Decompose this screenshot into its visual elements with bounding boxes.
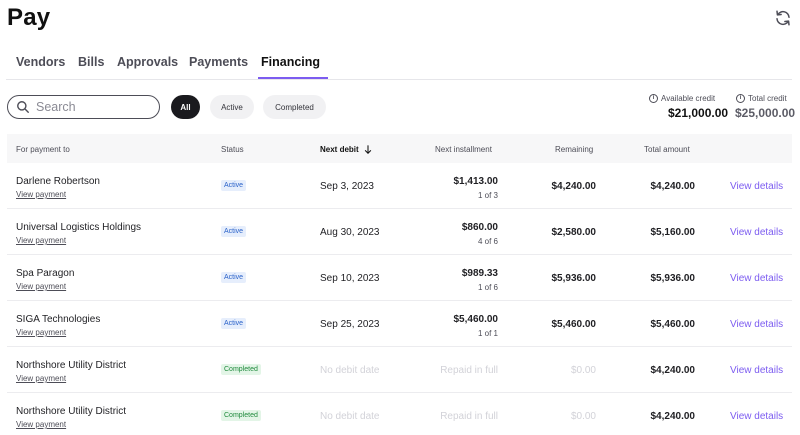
table-row: SIGA Technologies View payment Active Se… [7,301,792,347]
table-row: Darlene Robertson View payment Active Se… [7,163,792,209]
filter-completed-chip[interactable]: Completed [263,95,326,119]
view-details-link[interactable]: View details [730,273,783,284]
installment-count: 1 of 1 [477,329,498,338]
header-status: Status [221,145,244,154]
view-payment-link[interactable]: View payment [16,420,66,429]
payee-name: Spa Paragon [16,268,75,279]
status-badge: Completed [221,410,261,421]
page-title: Pay [7,4,51,31]
remaining-amount: $5,936.00 [551,273,597,284]
payee-name: SIGA Technologies [16,314,101,325]
table-row: Universal Logistics Holdings View paymen… [7,209,792,255]
status-badge: Active [221,272,247,283]
search-input[interactable] [36,100,146,114]
header-remaining: Remaining [555,145,594,154]
remaining-amount: $0.00 [570,411,596,422]
next-debit-date: No debit date [320,365,380,376]
status-badge: Active [221,318,247,329]
search-box[interactable] [7,95,160,119]
next-debit-date: Sep 25, 2023 [320,319,380,330]
remaining-amount: $5,460.00 [551,319,597,330]
header-payee: For payment to [16,145,70,154]
next-debit-date: Sep 3, 2023 [320,181,374,192]
filter-all-chip[interactable]: All [171,95,200,119]
installment-count: 4 of 6 [477,237,498,246]
table-row: Northshore Utility District View payment… [7,347,792,393]
next-debit-date: No debit date [320,411,380,422]
table-row: Northshore Utility District View payment… [7,393,792,435]
view-payment-link[interactable]: View payment [16,374,66,383]
header-total: Total amount [644,145,690,154]
active-tab-indicator [258,77,328,79]
search-icon [17,101,29,113]
remaining-amount: $4,240.00 [551,181,597,192]
total-amount: $4,240.00 [650,411,696,422]
view-payment-link[interactable]: View payment [16,282,66,291]
tab-bar: Vendors Bills Approvals Payments Financi… [6,52,792,80]
header-next-debit-label: Next debit [320,145,359,154]
total-credit-text: Total credit [748,94,787,103]
header-next-debit[interactable]: Next debit [320,145,372,154]
installment-amount: $860.00 [461,222,498,233]
filter-active-chip[interactable]: Active [210,95,254,119]
tab-financing[interactable]: Financing [261,55,320,69]
view-details-link[interactable]: View details [730,365,783,376]
status-badge: Active [221,180,247,191]
total-amount: $5,936.00 [650,273,696,284]
total-credit-value: $25,000.00 [735,106,796,120]
remaining-amount: $0.00 [570,365,596,376]
info-icon[interactable]: i [736,94,745,103]
next-debit-date: Sep 10, 2023 [320,273,380,284]
table-header: For payment to Status Next debit Next in… [7,134,792,163]
arrow-down-icon [364,145,372,154]
view-details-link[interactable]: View details [730,227,783,238]
tab-approvals[interactable]: Approvals [117,55,178,69]
next-debit-date: Aug 30, 2023 [320,227,380,238]
total-amount: $5,160.00 [650,227,696,238]
view-details-link[interactable]: View details [730,411,783,422]
payee-name: Darlene Robertson [16,176,100,187]
installment-amount: $5,460.00 [453,314,499,325]
payee-name: Northshore Utility District [16,360,127,371]
view-payment-link[interactable]: View payment [16,236,66,245]
tab-bills[interactable]: Bills [78,55,104,69]
view-payment-link[interactable]: View payment [16,328,66,337]
view-details-link[interactable]: View details [730,319,783,330]
payee-name: Northshore Utility District [16,406,127,417]
view-details-link[interactable]: View details [730,181,783,192]
status-badge: Completed [221,364,261,375]
view-payment-link[interactable]: View payment [16,190,66,199]
installment-amount: Repaid in full [440,411,498,422]
tab-vendors[interactable]: Vendors [16,55,65,69]
payee-name: Universal Logistics Holdings [16,222,142,233]
refresh-icon[interactable] [774,9,792,27]
installment-count: 1 of 6 [477,283,498,292]
info-icon[interactable]: i [649,94,658,103]
table-row: Spa Paragon View payment Active Sep 10, … [7,255,792,301]
available-credit-value: $21,000.00 [668,106,729,120]
status-badge: Active [221,226,247,237]
installment-count: 1 of 3 [477,191,498,200]
available-credit-label: i Available credit [649,94,715,103]
header-next-installment: Next installment [435,145,492,154]
tab-payments[interactable]: Payments [189,55,248,69]
total-amount: $4,240.00 [650,181,696,192]
remaining-amount: $2,580.00 [551,227,597,238]
installment-amount: Repaid in full [440,365,498,376]
total-amount: $4,240.00 [650,365,696,376]
installment-amount: $1,413.00 [453,176,499,187]
available-credit-text: Available credit [661,94,716,103]
total-credit-label: i Total credit [736,94,787,103]
installment-amount: $989.33 [461,268,498,279]
total-amount: $5,460.00 [650,319,696,330]
